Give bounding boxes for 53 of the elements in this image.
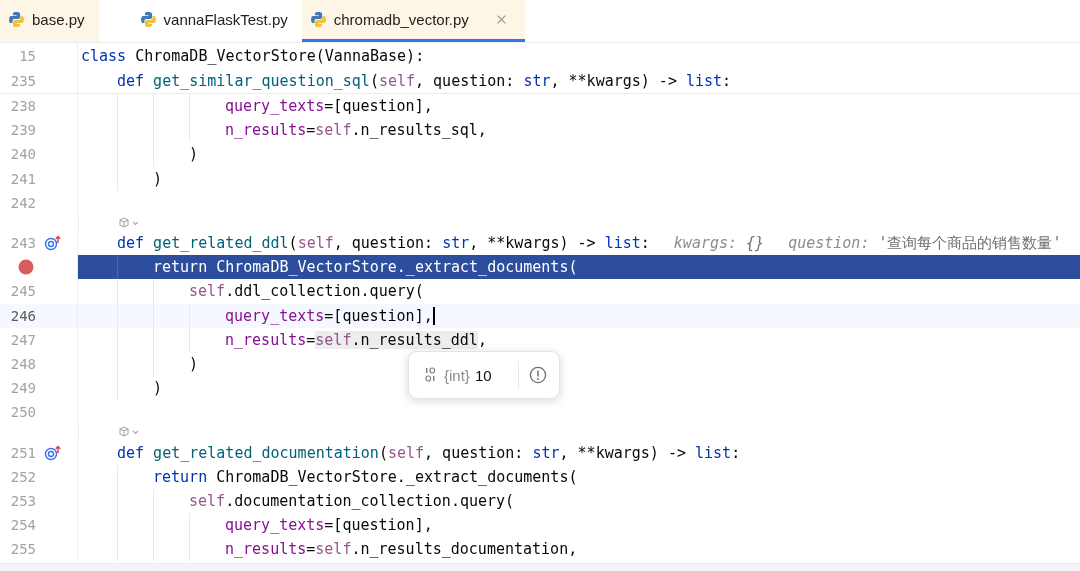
- variable-value: 10: [474, 366, 492, 384]
- line-number: 243: [10, 235, 36, 252]
- code-line: ): [153, 379, 163, 398]
- python-file-icon: [309, 11, 327, 28]
- value-type: {int}: [444, 366, 470, 384]
- line-number: 15: [19, 47, 36, 64]
- line-number: 246: [10, 307, 36, 324]
- python-file-icon: [139, 11, 157, 28]
- file-tab[interactable]: chromadb_vector.py: [301, 0, 525, 42]
- code-line: def get_similar_question_sql(self, question: str, **kwargs) -> list:: [117, 71, 732, 90]
- line-number: 248: [10, 355, 36, 372]
- line-number: 252: [10, 468, 36, 485]
- inline-value-hint: question: '查询每个商品的销售数量': [788, 233, 1062, 253]
- inline-value-hint: kwargs: {}: [673, 234, 765, 253]
- line-number: 245: [10, 283, 36, 300]
- override-marker-icon[interactable]: [44, 235, 62, 252]
- line-number: 253: [10, 492, 36, 509]
- code-line: n_results=self.n_results_documentation,: [225, 540, 578, 559]
- code-line: query_texts=[question],: [225, 97, 433, 116]
- python-file-icon: [8, 11, 25, 28]
- line-number: 251: [10, 444, 36, 461]
- info-icon[interactable]: [528, 366, 547, 384]
- code-line: return ChromaDB_VectorStore._extract_documents(: [153, 258, 578, 277]
- line-number: 241: [10, 170, 36, 187]
- code-line: class ChromaDB_VectorStore(VannaBase):: [81, 46, 425, 65]
- line-number: 240: [10, 146, 36, 163]
- line-number: 235: [10, 72, 36, 89]
- code-line: n_results=self.n_results_sql,: [225, 121, 487, 140]
- line-number: 250: [10, 404, 36, 421]
- code-line: ): [153, 169, 163, 188]
- code-line: ): [189, 354, 199, 373]
- line-number: 238: [10, 98, 36, 115]
- code-vision-icon[interactable]: [118, 216, 140, 229]
- code-line: def get_related_documentation(self, question: str, **kwargs) -> list:: [117, 443, 741, 462]
- breakpoint-icon[interactable]: [18, 259, 34, 276]
- code-line: n_results=self.n_results_ddl,: [225, 330, 487, 349]
- line-number: 254: [10, 517, 36, 534]
- code-line: def get_related_ddl(self, question: str, **kwargs) -> list:: [117, 234, 650, 253]
- code-line: ): [189, 145, 199, 164]
- override-marker-icon[interactable]: [44, 444, 62, 461]
- code-line: self.ddl_collection.query(: [189, 282, 424, 301]
- code-line: query_texts=[question],: [225, 516, 433, 535]
- code-line: self.documentation_collection.query(: [189, 491, 515, 510]
- line-number: 242: [10, 194, 36, 211]
- code-vision-icon[interactable]: [118, 426, 140, 439]
- code-line: query_texts=[question],: [225, 306, 433, 325]
- line-number: 249: [10, 380, 36, 397]
- close-icon[interactable]: [495, 14, 507, 25]
- line-number: 239: [10, 122, 36, 139]
- code-line: return ChromaDB_VectorStore._extract_documents(: [153, 467, 578, 486]
- line-number: 255: [10, 541, 36, 558]
- file-tab[interactable]: base.py: [0, 0, 99, 42]
- line-number: 247: [10, 331, 36, 348]
